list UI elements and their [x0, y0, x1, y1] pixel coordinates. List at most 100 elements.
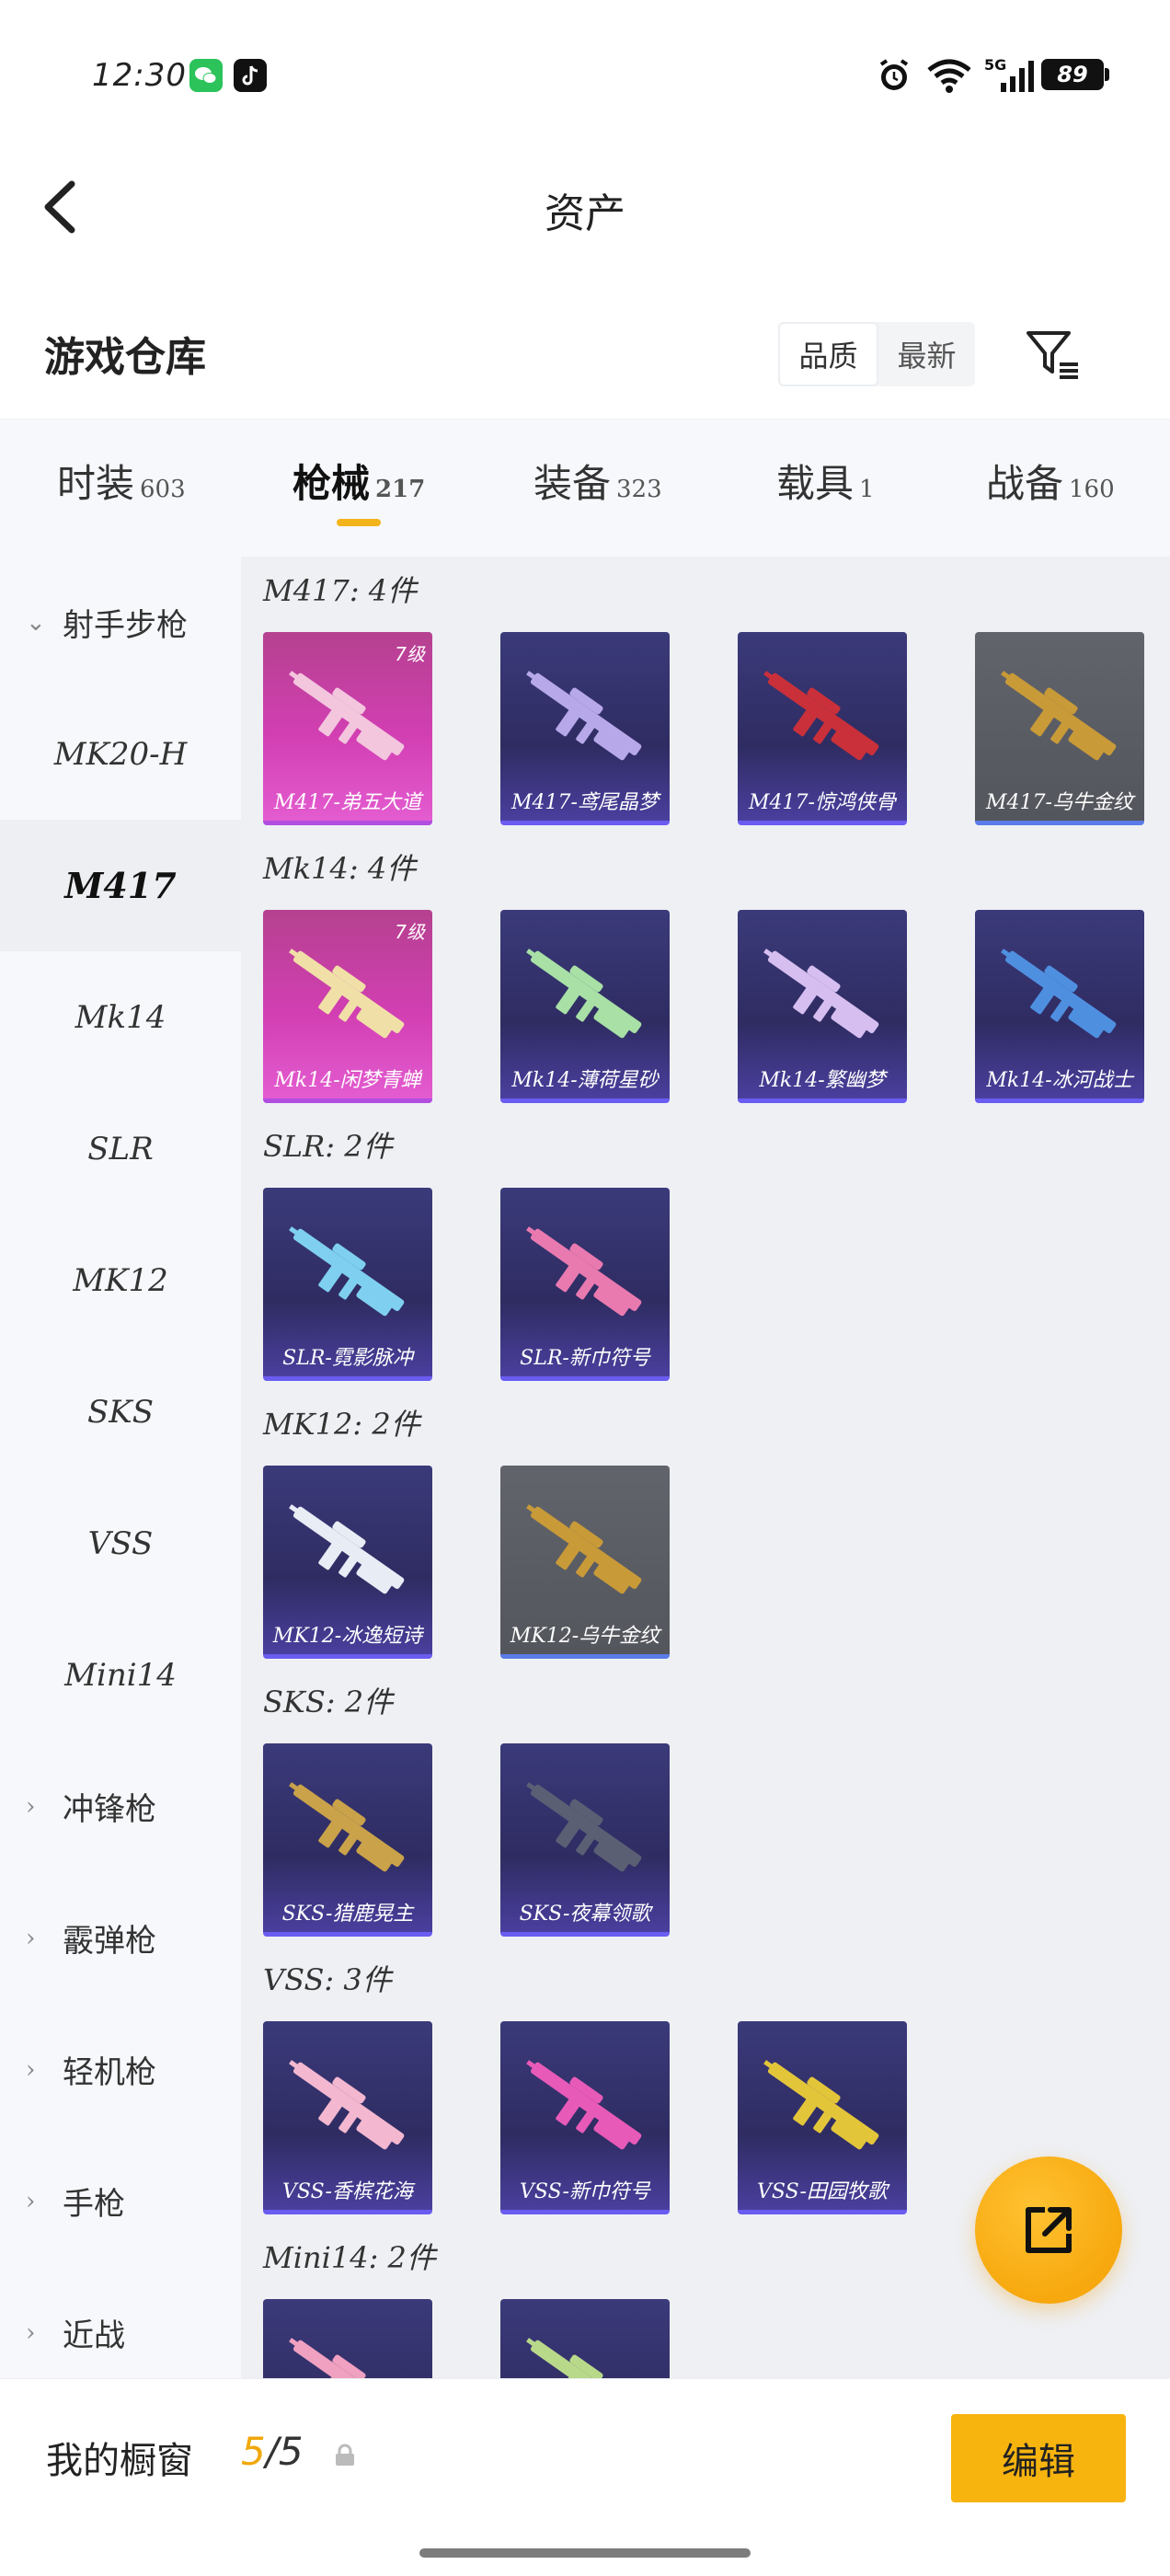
weapon-skin-card[interactable]: MK12-冰逸短诗	[263, 1466, 432, 1659]
sidebar-item-label: 冲锋枪	[63, 1791, 156, 1828]
rifle-icon	[526, 2060, 642, 2150]
weapon-skin-card[interactable]: M417-乌牛金纹	[975, 632, 1144, 825]
weapon-skin-card[interactable]: VSS-香槟花海	[263, 2021, 432, 2214]
weapon-skin-card[interactable]: VSS-新巾符号	[500, 2021, 670, 2214]
rifle-icon	[289, 1226, 405, 1317]
sidebar-item-label: Mini14	[64, 1656, 177, 1694]
chevron-right-icon: ›	[26, 2055, 36, 2084]
skin-name: Mk14-薄荷星砂	[511, 1069, 659, 1092]
tab-equipment[interactable]: 装备 323	[533, 453, 662, 509]
rifle-icon	[526, 1782, 642, 1872]
sidebar-item[interactable]: SKS	[0, 1346, 241, 1478]
rifle-icon	[1001, 949, 1117, 1039]
weapon-skin-card[interactable]: 7级 Mk14-闲梦青蝉	[263, 910, 432, 1103]
tab-count: 323	[616, 476, 662, 503]
weapon-skin-card[interactable]: SKS-猎鹿晃主	[263, 1743, 432, 1937]
tab-fashion[interactable]: 时装 603	[57, 453, 186, 509]
rifle-icon	[289, 1504, 405, 1594]
weapon-skin-card[interactable]	[263, 2299, 432, 2378]
tab-label: 战备	[986, 461, 1064, 506]
warehouse-title: 游戏仓库	[44, 334, 206, 381]
section-label: MK12: 2件	[263, 1407, 420, 1442]
skin-name: SLR-霓影脉冲	[282, 1347, 413, 1370]
skin-name: Mk14-闲梦青蝉	[274, 1069, 421, 1092]
sidebar-item[interactable]: › 霰弹枪	[0, 1872, 241, 2004]
rifle-icon	[289, 671, 405, 761]
sidebar-item-label: M417	[64, 865, 177, 906]
sidebar-item[interactable]: MK20-H	[0, 688, 241, 820]
weapon-skin-card[interactable]: 7级 M417-弟五大道	[263, 632, 432, 825]
svg-text:5G: 5G	[984, 56, 1006, 74]
signal-5g-icon: 5G	[984, 56, 1034, 92]
rifle-icon	[289, 949, 405, 1039]
tab-supplies[interactable]: 战备 160	[986, 453, 1115, 509]
sort-by-quality[interactable]: 品质	[778, 322, 878, 386]
sidebar-item[interactable]: Mk14	[0, 951, 241, 1083]
weapon-skin-card[interactable]: Mk14-薄荷星砂	[500, 910, 670, 1103]
home-indicator[interactable]	[419, 2548, 751, 2558]
section-label: Mk14: 4件	[263, 851, 417, 886]
skin-name: Mk14-繁幽梦	[759, 1069, 886, 1092]
tiktok-icon	[234, 59, 267, 92]
tab-count: 217	[375, 476, 426, 503]
weapon-skin-card[interactable]: SKS-夜幕领歌	[500, 1743, 670, 1937]
sort-by-newest[interactable]: 最新	[878, 322, 975, 386]
sidebar-item[interactable]: MK12	[0, 1214, 241, 1346]
sidebar-item[interactable]: SLR	[0, 1083, 241, 1214]
skin-name: M417-乌牛金纹	[986, 791, 1133, 814]
skin-name: SLR-新巾符号	[520, 1347, 650, 1370]
weapon-skin-card[interactable]: Mk14-繁幽梦	[738, 910, 907, 1103]
weapon-skin-card[interactable]	[500, 2299, 670, 2378]
lock-icon	[336, 2444, 354, 2466]
sidebar-item-label: 射手步枪	[63, 607, 188, 644]
weapon-skin-card[interactable]: M417-惊鸿侠骨	[738, 632, 907, 825]
rifle-icon	[763, 949, 879, 1039]
weapon-skin-card[interactable]: SLR-新巾符号	[500, 1188, 670, 1381]
alarm-icon	[879, 59, 909, 90]
sidebar-item[interactable]: M417	[0, 820, 241, 951]
rifle-icon	[763, 2060, 879, 2150]
weapon-skin-card[interactable]: Mk14-冰河战士	[975, 910, 1144, 1103]
section-label: Mini14: 2件	[263, 2240, 436, 2275]
sidebar-item[interactable]: › 冲锋枪	[0, 1741, 241, 1872]
skin-name: Mk14-冰河战士	[986, 1069, 1133, 1092]
section-label: VSS: 3件	[263, 1962, 392, 1997]
sidebar-item-label: 轻机枪	[63, 2054, 156, 2091]
sidebar-item-label: MK20-H	[53, 735, 188, 773]
edit-button[interactable]: 编辑	[951, 2414, 1126, 2502]
tab-firearms[interactable]: 枪械 217	[292, 453, 425, 509]
sidebar-item-label: SKS	[87, 1393, 154, 1431]
chevron-right-icon: ›	[26, 2187, 36, 2215]
category-tabs: 时装 603 枪械 217 装备 323 载具 1 战备 160	[0, 419, 1170, 557]
chevron-right-icon: ›	[26, 1792, 36, 1821]
weapon-skin-card[interactable]: VSS-田园牧歌	[738, 2021, 907, 2214]
section-label: M417: 4件	[263, 573, 418, 608]
sidebar-item[interactable]: ⌄ 射手步枪	[0, 557, 241, 688]
weapon-skin-card[interactable]: SLR-霓影脉冲	[263, 1188, 432, 1381]
skin-level-badge: 7级	[395, 921, 425, 943]
sidebar-item[interactable]: › 手枪	[0, 2135, 241, 2267]
share-icon	[1026, 2207, 1072, 2253]
share-button[interactable]	[975, 2156, 1122, 2304]
sidebar-item[interactable]: VSS	[0, 1478, 241, 1609]
sidebar-item-label: 霰弹枪	[63, 1923, 156, 1960]
weapon-skin-card[interactable]: MK12-乌牛金纹	[500, 1466, 670, 1659]
rifle-icon	[526, 949, 642, 1039]
battery-indicator: 89	[1041, 59, 1104, 90]
chevron-right-icon: ›	[26, 1924, 36, 1952]
skin-name: SKS-猎鹿晃主	[281, 1903, 414, 1926]
skin-name: M417-弟五大道	[274, 791, 421, 814]
weapon-skin-card[interactable]: M417-鸢尾晶梦	[500, 632, 670, 825]
sidebar-item-label: MK12	[73, 1261, 168, 1299]
sidebar-item-label: Mk14	[75, 998, 166, 1036]
showcase-total: /5	[265, 2429, 304, 2474]
sidebar-item-label: VSS	[87, 1524, 154, 1562]
sidebar-item[interactable]: › 轻机枪	[0, 2004, 241, 2135]
sidebar-item-label: SLR	[87, 1130, 154, 1167]
skin-name: M417-惊鸿侠骨	[749, 791, 896, 814]
rifle-icon	[763, 671, 879, 761]
sidebar-item[interactable]: Mini14	[0, 1609, 241, 1741]
showcase-label: 我的橱窗	[46, 2440, 193, 2482]
filter-icon[interactable]	[1023, 324, 1082, 383]
tab-vehicles[interactable]: 载具 1	[776, 453, 875, 509]
